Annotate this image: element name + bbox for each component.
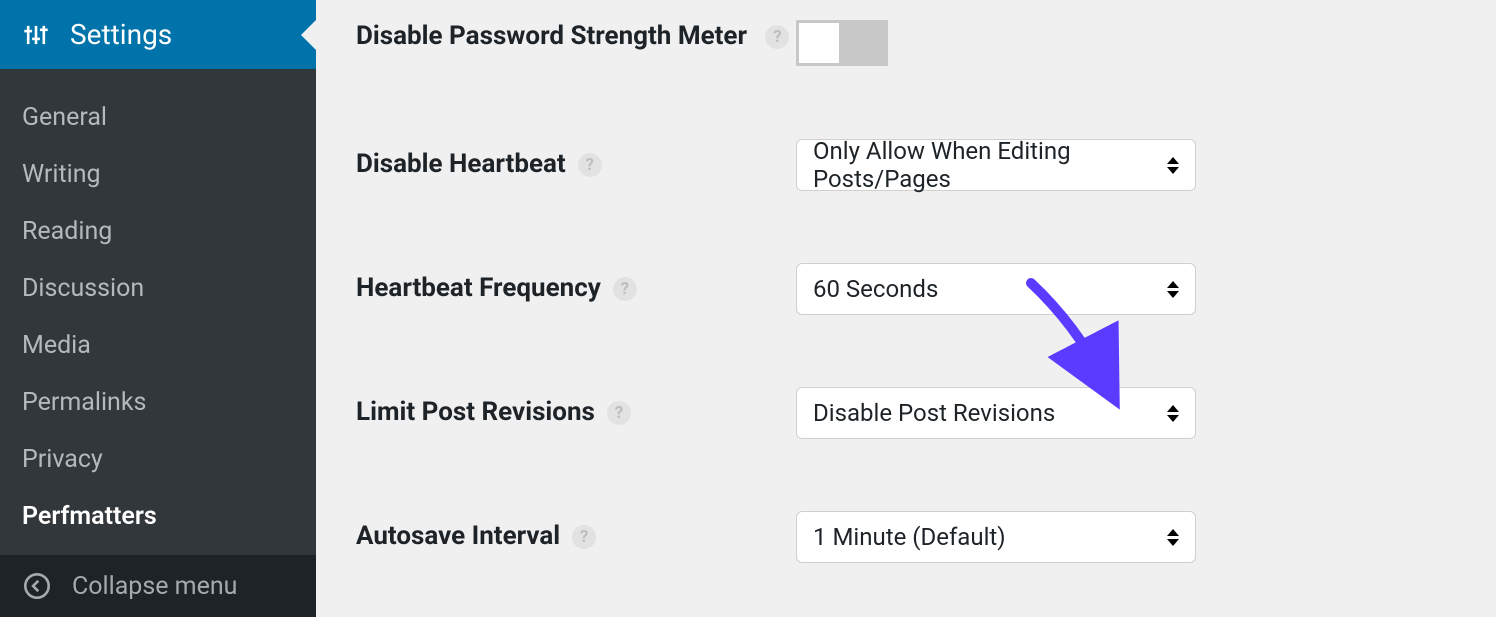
sidebar-item-privacy[interactable]: Privacy — [0, 431, 316, 488]
toggle-knob — [799, 23, 839, 63]
autosave-interval-select[interactable]: 1 Minute (Default) — [796, 511, 1196, 563]
collapse-menu-label: Collapse menu — [72, 572, 237, 601]
select-value: 60 Seconds — [813, 275, 938, 303]
chevron-updown-icon — [1167, 281, 1179, 298]
help-icon[interactable]: ? — [613, 277, 637, 301]
disable-heartbeat-select[interactable]: Only Allow When Editing Posts/Pages — [796, 139, 1196, 191]
collapse-menu-button[interactable]: Collapse menu — [0, 555, 316, 617]
setting-row-disable-heartbeat: Disable Heartbeat ? Only Allow When Edit… — [356, 139, 1456, 191]
select-value: 1 Minute (Default) — [813, 523, 1006, 551]
setting-label-text: Limit Post Revisions — [356, 396, 595, 430]
help-icon[interactable]: ? — [765, 25, 789, 49]
sidebar-item-media[interactable]: Media — [0, 317, 316, 374]
sidebar-item-discussion[interactable]: Discussion — [0, 260, 316, 317]
sidebar-item-general[interactable]: General — [0, 89, 316, 146]
setting-label: Limit Post Revisions ? — [356, 396, 796, 430]
setting-row-password-meter: Disable Password Strength Meter ? — [356, 20, 1456, 67]
sidebar-item-permalinks[interactable]: Permalinks — [0, 374, 316, 431]
sidebar-menu-settings-label: Settings — [70, 18, 172, 51]
limit-post-revisions-select[interactable]: Disable Post Revisions — [796, 387, 1196, 439]
setting-row-limit-post-revisions: Limit Post Revisions ? Disable Post Revi… — [356, 387, 1456, 439]
setting-label-text: Autosave Interval — [356, 520, 560, 554]
setting-label: Disable Heartbeat ? — [356, 148, 796, 182]
disable-password-meter-toggle[interactable] — [796, 20, 888, 66]
setting-label: Autosave Interval ? — [356, 520, 796, 554]
setting-row-heartbeat-frequency: Heartbeat Frequency ? 60 Seconds — [356, 263, 1456, 315]
help-icon[interactable]: ? — [607, 401, 631, 425]
chevron-updown-icon — [1167, 405, 1179, 422]
collapse-icon — [22, 571, 52, 601]
select-value: Only Allow When Editing Posts/Pages — [813, 137, 1167, 193]
sidebar-item-writing[interactable]: Writing — [0, 146, 316, 203]
setting-label: Heartbeat Frequency ? — [356, 272, 796, 306]
chevron-updown-icon — [1167, 157, 1179, 174]
sidebar-item-reading[interactable]: Reading — [0, 203, 316, 260]
setting-row-autosave-interval: Autosave Interval ? 1 Minute (Default) — [356, 511, 1456, 563]
setting-label-text: Disable Heartbeat — [356, 148, 566, 182]
heartbeat-frequency-select[interactable]: 60 Seconds — [796, 263, 1196, 315]
help-icon[interactable]: ? — [578, 153, 602, 177]
select-value: Disable Post Revisions — [813, 399, 1055, 427]
setting-label-text: Heartbeat Frequency — [356, 272, 601, 306]
setting-label: Disable Password Strength Meter ? — [356, 20, 796, 54]
setting-label-text: Disable Password Strength Meter — [356, 21, 747, 51]
chevron-updown-icon — [1167, 529, 1179, 546]
sidebar-item-perfmatters[interactable]: Perfmatters — [0, 488, 316, 545]
sidebar-menu-settings[interactable]: Settings — [0, 0, 316, 69]
sidebar-submenu: General Writing Reading Discussion Media… — [0, 69, 316, 555]
help-icon[interactable]: ? — [572, 525, 596, 549]
settings-panel: Disable Password Strength Meter ? Disabl… — [316, 0, 1496, 612]
admin-sidebar: Settings General Writing Reading Discuss… — [0, 0, 316, 612]
sliders-icon — [22, 21, 50, 49]
